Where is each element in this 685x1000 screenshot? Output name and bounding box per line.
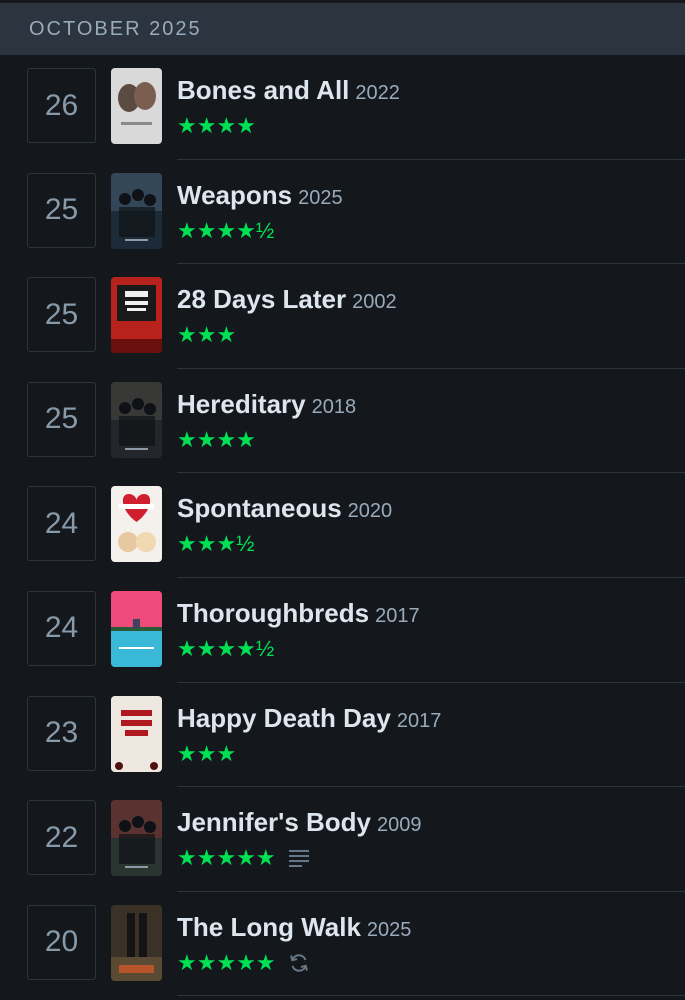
star-rating: ★★★★★ [177, 949, 276, 975]
film-year[interactable]: 2018 [312, 396, 357, 419]
poster-art [111, 68, 162, 144]
poster-art [111, 904, 162, 981]
entry-day[interactable]: 24 [27, 486, 96, 562]
title-line: The Long Walk 2025 [177, 912, 685, 943]
title-line: Thoroughbreds 2017 [177, 598, 685, 629]
film-title[interactable]: Spontaneous [177, 493, 342, 524]
film-title[interactable]: Bones and All [177, 75, 349, 106]
star-rating: ★★★★ [177, 113, 256, 138]
entry-info: Happy Death Day 2017 ★★★ [177, 703, 685, 766]
film-title[interactable]: 28 Days Later [177, 284, 346, 315]
film-year[interactable]: 2025 [367, 919, 412, 942]
film-poster[interactable] [111, 695, 162, 772]
entry-meta: ★★★★½ [177, 635, 685, 661]
poster-art [111, 695, 162, 772]
film-poster[interactable] [111, 68, 162, 144]
film-title[interactable]: Hereditary [177, 389, 306, 420]
entry-meta: ★★★ [177, 740, 685, 766]
entry-info: The Long Walk 2025 ★★★★★ [177, 912, 685, 975]
star-rating: ★★★ [177, 740, 237, 766]
rewatch-icon[interactable] [288, 952, 310, 974]
entry-meta: ★★★★½ [177, 217, 685, 243]
entry-meta: ★★★★ [177, 426, 685, 452]
diary-entry[interactable]: 20 The Long Walk 2025 ★★★★★ [0, 892, 685, 997]
star-rating: ★★★★★ [177, 845, 276, 871]
title-line: Happy Death Day 2017 [177, 703, 685, 734]
film-year[interactable]: 2025 [298, 187, 343, 210]
film-poster[interactable] [111, 486, 162, 563]
film-year[interactable]: 2022 [355, 82, 400, 105]
month-header-label: OCTOBER 2025 [29, 17, 202, 40]
month-header: OCTOBER 2025 [0, 3, 685, 55]
entry-day[interactable]: 25 [27, 277, 96, 353]
film-poster[interactable] [111, 800, 162, 877]
entry-info: Weapons 2025 ★★★★½ [177, 180, 685, 243]
entry-meta: ★★★★★ [177, 949, 685, 975]
entry-day[interactable]: 23 [27, 695, 96, 771]
film-poster[interactable] [111, 277, 162, 354]
diary-entry[interactable]: 22 Jennifer's Body 2009 ★★★★★ [0, 787, 685, 892]
diary-entry[interactable]: 26 Bones and All 2022 ★★★★ [0, 55, 685, 160]
star-rating: ★★★★ [177, 426, 256, 452]
diary-entry[interactable]: 24 Thoroughbreds 2017 ★★★★½ [0, 578, 685, 683]
entry-day[interactable]: 24 [27, 590, 96, 666]
film-year[interactable]: 2002 [352, 291, 397, 314]
film-year[interactable]: 2020 [348, 500, 393, 523]
film-title[interactable]: Jennifer's Body [177, 807, 371, 838]
row-divider [177, 995, 685, 997]
entry-info: Bones and All 2022 ★★★★ [177, 75, 685, 138]
entry-day[interactable]: 22 [27, 800, 96, 876]
film-title[interactable]: Happy Death Day [177, 703, 391, 734]
entry-info: 28 Days Later 2002 ★★★ [177, 284, 685, 347]
poster-art [111, 172, 162, 249]
poster-art [111, 800, 162, 877]
diary-page: OCTOBER 2025 26 Bones and All 2022 ★★★★ … [0, 0, 685, 1000]
entry-info: Thoroughbreds 2017 ★★★★½ [177, 598, 685, 661]
film-poster[interactable] [111, 381, 162, 458]
poster-art [111, 381, 162, 458]
poster-art [111, 590, 162, 667]
title-line: Weapons 2025 [177, 180, 685, 211]
diary-entry[interactable]: 23 Happy Death Day 2017 ★★★ [0, 683, 685, 788]
entry-day[interactable]: 25 [27, 381, 96, 457]
film-title[interactable]: The Long Walk [177, 912, 361, 943]
diary-entry[interactable]: 24 Spontaneous 2020 ★★★½ [0, 473, 685, 578]
title-line: Bones and All 2022 [177, 75, 685, 106]
diary-entry[interactable]: 25 28 Days Later 2002 ★★★ [0, 264, 685, 369]
star-rating: ★★★½ [177, 531, 255, 557]
film-title[interactable]: Thoroughbreds [177, 598, 369, 629]
entry-info: Hereditary 2018 ★★★★ [177, 389, 685, 452]
review-lines-icon[interactable] [288, 847, 310, 869]
poster-art [111, 277, 162, 354]
star-rating: ★★★ [177, 322, 237, 348]
film-poster[interactable] [111, 904, 162, 981]
entry-info: Jennifer's Body 2009 ★★★★★ [177, 807, 685, 870]
entry-day[interactable]: 25 [27, 172, 96, 248]
title-line: Hereditary 2018 [177, 389, 685, 420]
diary-list: 26 Bones and All 2022 ★★★★ 25 Weapons 20… [0, 55, 685, 997]
film-title[interactable]: Weapons [177, 180, 292, 211]
title-line: Spontaneous 2020 [177, 493, 685, 524]
film-poster[interactable] [111, 590, 162, 667]
star-rating: ★★★★½ [177, 635, 275, 661]
title-line: Jennifer's Body 2009 [177, 807, 685, 838]
diary-entry[interactable]: 25 Hereditary 2018 ★★★★ [0, 369, 685, 474]
entry-meta: ★★★½ [177, 532, 685, 556]
entry-day[interactable]: 20 [27, 904, 96, 980]
entry-info: Spontaneous 2020 ★★★½ [177, 493, 685, 556]
diary-entry[interactable]: 25 Weapons 2025 ★★★★½ [0, 160, 685, 265]
entry-meta: ★★★ [177, 323, 685, 347]
film-poster[interactable] [111, 172, 162, 249]
entry-meta: ★★★★★ [177, 846, 685, 870]
poster-art [111, 486, 162, 563]
film-year[interactable]: 2017 [397, 710, 442, 733]
entry-day[interactable]: 26 [27, 68, 96, 143]
entry-meta: ★★★★ [177, 114, 685, 138]
title-line: 28 Days Later 2002 [177, 284, 685, 315]
star-rating: ★★★★½ [177, 217, 275, 243]
film-year[interactable]: 2017 [375, 605, 420, 628]
film-year[interactable]: 2009 [377, 814, 422, 837]
